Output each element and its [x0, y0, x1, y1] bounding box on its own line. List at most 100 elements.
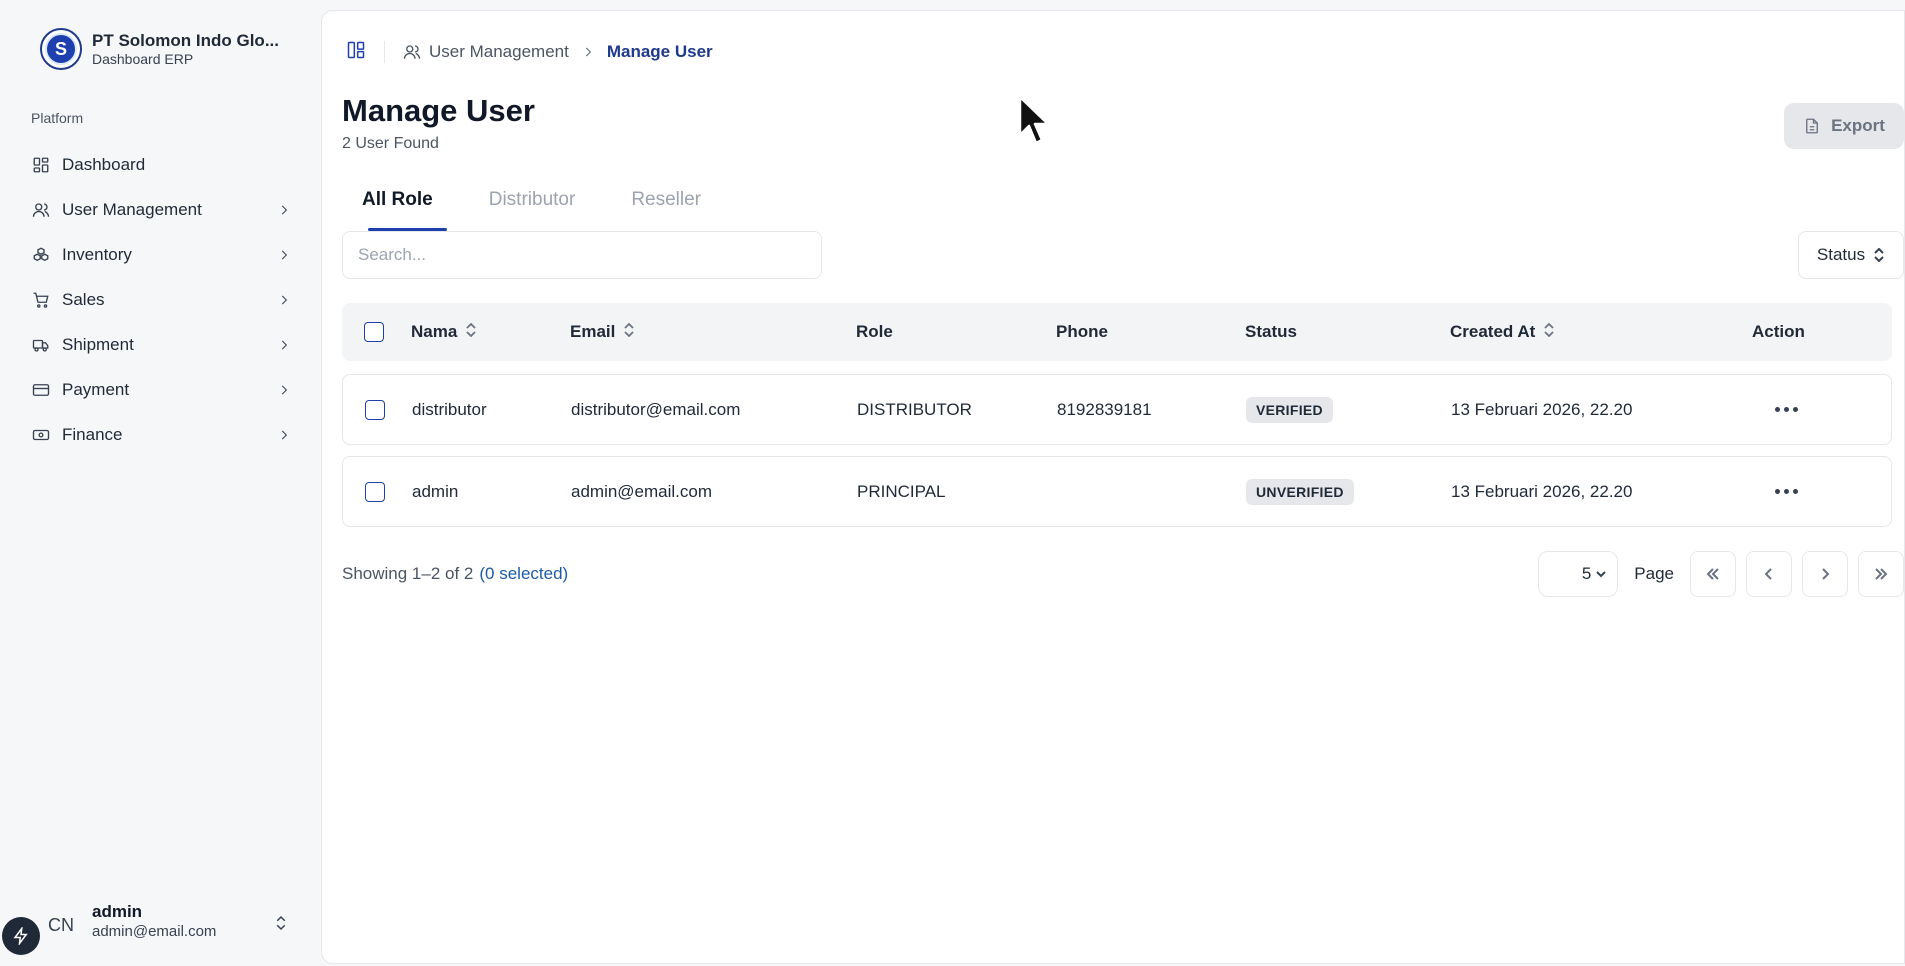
sidebar-item-dashboard[interactable]: Dashboard	[20, 142, 301, 187]
chevron-down-icon	[1596, 571, 1607, 578]
chevrons-left-icon	[1706, 568, 1719, 580]
chevron-right-icon	[281, 295, 288, 304]
page-title: Manage User	[342, 93, 535, 128]
sidebar-toggle-button[interactable]	[346, 40, 366, 65]
column-label: Nama	[411, 322, 458, 341]
page-size-value: 5	[1581, 564, 1592, 583]
cell-created-at: 13 Februari 2026, 22.20	[1451, 399, 1633, 419]
sort-icon	[624, 322, 634, 338]
column-header-action: Action	[1752, 322, 1805, 341]
chevron-right-icon	[1822, 568, 1830, 580]
cell-role: PRINCIPAL	[857, 481, 946, 501]
page-size-select[interactable]: 5	[1538, 551, 1619, 597]
row-checkbox[interactable]	[365, 399, 385, 420]
sidebar-item-label: User Management	[62, 199, 202, 219]
sidebar-item-label: Sales	[62, 289, 105, 309]
truck-icon	[32, 339, 49, 352]
selected-count: (0 selected)	[479, 564, 569, 583]
status-filter-button[interactable]: Status	[1798, 231, 1904, 279]
dashboard-icon	[33, 157, 49, 172]
next-page-button[interactable]	[1802, 551, 1848, 597]
cell-created-at: 13 Februari 2026, 22.20	[1451, 481, 1633, 501]
select-all-checkbox[interactable]	[364, 322, 384, 342]
company-name: PT Solomon Indo Glo...	[92, 30, 279, 50]
lightning-button[interactable]	[2, 917, 40, 955]
chevrons-right-icon	[1875, 568, 1888, 580]
breadcrumb-parent[interactable]: User Management	[403, 42, 569, 62]
user-name: admin	[92, 902, 143, 921]
logo-letter: S	[45, 33, 77, 65]
export-button[interactable]: Export	[1784, 103, 1904, 149]
sidebar-item-label: Dashboard	[62, 154, 146, 174]
user-menu[interactable]: CN admin admin@email.com	[20, 900, 290, 950]
cart-icon	[33, 292, 49, 308]
brand[interactable]: S PT Solomon Indo Glo... Dashboard ERP	[40, 28, 279, 70]
sidebar-item-shipment[interactable]: Shipment	[20, 322, 301, 367]
users-icon	[403, 45, 421, 59]
column-header-nama[interactable]: Nama	[411, 303, 477, 361]
sidebar-item-sales[interactable]: Sales	[20, 277, 301, 322]
sidebar-item-label: Inventory	[62, 244, 132, 264]
cell-role: DISTRIBUTOR	[857, 399, 972, 419]
status-badge: UNVERIFIED	[1246, 478, 1354, 505]
status-badge: VERIFIED	[1246, 396, 1333, 423]
chevron-left-icon	[1764, 568, 1772, 580]
last-page-button[interactable]	[1858, 551, 1904, 597]
table-row[interactable]: admin admin@email.com PRINCIPAL UNVERIFI…	[342, 456, 1892, 527]
company-logo: S	[40, 28, 82, 70]
tab-all-role[interactable]: All Role	[342, 179, 453, 231]
topbar: User Management Manage User	[346, 41, 713, 63]
chevron-right-icon	[281, 430, 288, 439]
tab-distributor[interactable]: Distributor	[469, 179, 596, 231]
sort-icon	[1544, 322, 1554, 338]
column-header-role: Role	[856, 322, 893, 341]
column-header-status: Status	[1245, 322, 1297, 341]
cell-nama: admin	[412, 481, 459, 501]
export-label: Export	[1831, 116, 1885, 135]
page-label: Page	[1634, 564, 1674, 583]
sidebar-item-label: Finance	[62, 424, 123, 444]
sidebar-nav: Dashboard User Management Inventory Sale…	[20, 142, 301, 457]
tab-reseller[interactable]: Reseller	[611, 179, 721, 231]
user-email: admin@email.com	[92, 923, 217, 940]
role-tabs: All Role Distributor Reseller	[342, 179, 721, 231]
sidebar-item-label: Shipment	[62, 334, 134, 354]
chevron-right-icon	[585, 47, 592, 57]
table-row[interactable]: distributor distributor@email.com DISTRI…	[342, 374, 1892, 445]
row-checkbox[interactable]	[365, 481, 385, 502]
lightning-icon	[13, 927, 28, 945]
breadcrumb-parent-label: User Management	[429, 42, 569, 61]
column-header-email[interactable]: Email	[570, 303, 635, 361]
sidebar-item-payment[interactable]: Payment	[20, 367, 301, 412]
cell-email: admin@email.com	[571, 481, 713, 501]
showing-text: Showing 1–2 of 2	[342, 564, 474, 583]
row-actions-button[interactable]	[1771, 403, 1802, 416]
panel-layout-icon	[347, 41, 365, 58]
chevron-right-icon	[281, 385, 288, 394]
column-header-created-at[interactable]: Created At	[1450, 303, 1555, 361]
user-count: 2 User Found	[342, 135, 439, 152]
column-label: Created At	[1450, 322, 1536, 341]
sidebar: S PT Solomon Indo Glo... Dashboard ERP P…	[0, 0, 321, 966]
mouse-cursor-icon	[1018, 95, 1050, 145]
row-actions-button[interactable]	[1771, 485, 1802, 498]
table-header: Nama Email Role Phone Status Created At …	[342, 303, 1892, 361]
cell-nama: distributor	[412, 399, 487, 419]
pagination: 5 Page	[1538, 551, 1904, 597]
file-icon	[1806, 118, 1819, 134]
nav-section-label: Platform	[31, 110, 84, 126]
divider	[384, 41, 385, 63]
prev-page-button[interactable]	[1746, 551, 1792, 597]
search-input[interactable]	[342, 231, 822, 279]
chevron-right-icon	[281, 250, 288, 259]
column-header-phone: Phone	[1056, 322, 1108, 341]
sidebar-item-inventory[interactable]: Inventory	[20, 232, 301, 277]
chevrons-up-down-icon[interactable]	[272, 914, 290, 932]
sidebar-item-user-management[interactable]: User Management	[20, 187, 301, 232]
chevron-right-icon	[281, 340, 288, 349]
card-icon	[32, 383, 50, 396]
column-label: Email	[570, 322, 616, 341]
sidebar-item-finance[interactable]: Finance	[20, 412, 301, 457]
cell-phone: 8192839181	[1057, 399, 1152, 419]
first-page-button[interactable]	[1690, 551, 1736, 597]
